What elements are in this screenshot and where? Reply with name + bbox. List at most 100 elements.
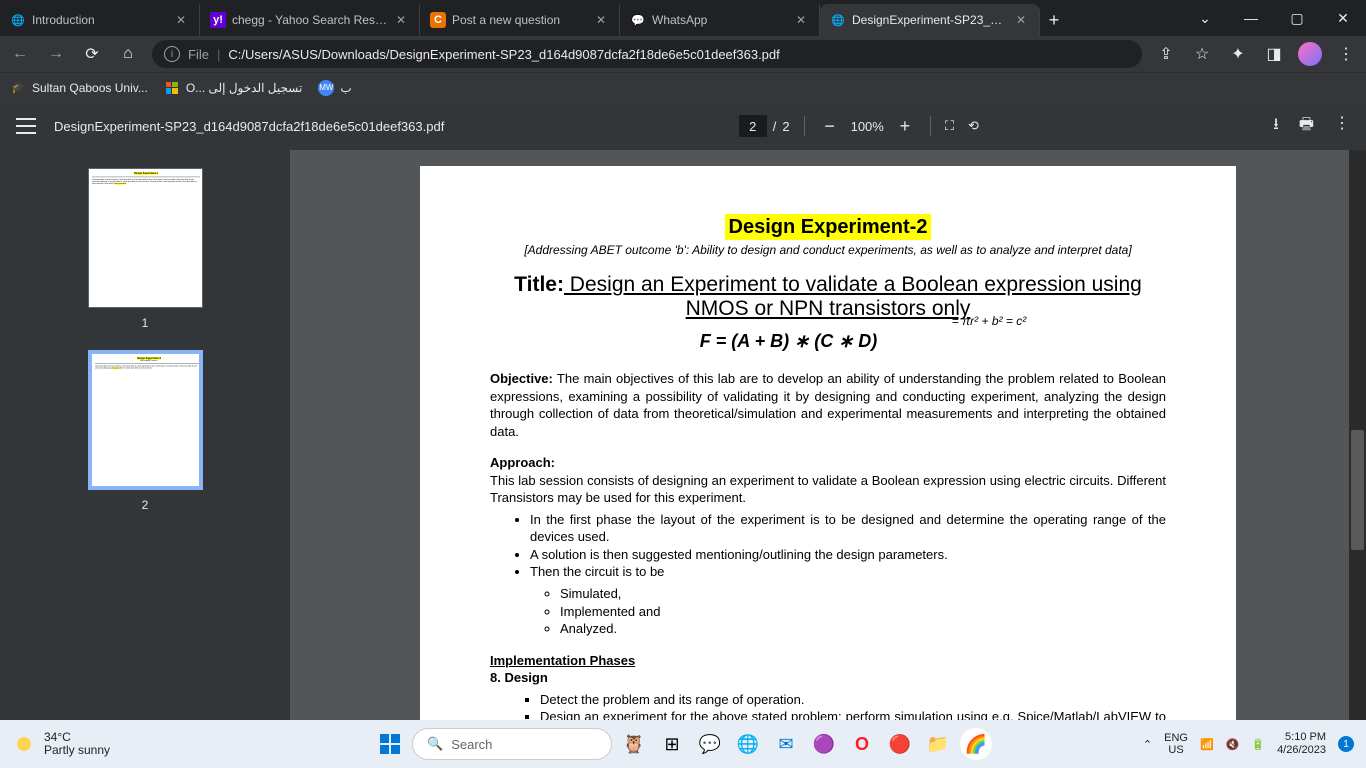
page-separator: / [773, 119, 777, 134]
formula-main: F = (A + B) ∗ (C ∗ D) [700, 331, 878, 351]
close-icon[interactable]: ✕ [393, 12, 409, 28]
close-icon[interactable]: ✕ [173, 12, 189, 28]
bookmark-label: O... تسجيل الدخول إلى [186, 81, 302, 95]
start-button[interactable] [374, 728, 406, 760]
scrollbar-thumb[interactable] [1351, 430, 1364, 550]
chrome-icon[interactable]: 🔴 [884, 728, 916, 760]
app-icon[interactable]: 🟣 [808, 728, 840, 760]
download-button[interactable]: ⭳ [1273, 113, 1279, 140]
tab-strip: 🌐 Introduction ✕ y! chegg - Yahoo Search… [0, 0, 1182, 36]
close-icon[interactable]: ✕ [1013, 12, 1029, 28]
tab-title: Post a new question [452, 13, 587, 27]
minimize-button[interactable]: ― [1228, 0, 1274, 36]
close-icon[interactable]: ✕ [793, 12, 809, 28]
browser-titlebar: 🌐 Introduction ✕ y! chegg - Yahoo Search… [0, 0, 1366, 36]
objective-text: The main objectives of this lab are to d… [490, 371, 1166, 439]
weather-widget[interactable]: 34°C Partly sunny [12, 731, 110, 757]
tab-introduction[interactable]: 🌐 Introduction ✕ [0, 4, 200, 36]
abet-subtitle: [Addressing ABET outcome 'b': Ability to… [490, 243, 1166, 257]
file-chip: File [188, 47, 209, 62]
task-view-icon[interactable]: ⊞ [656, 728, 688, 760]
clock[interactable]: 5:10 PM 4/26/2023 [1277, 731, 1326, 757]
approach-sub: Analyzed. [560, 620, 1166, 638]
page-total: 2 [782, 119, 789, 134]
zoom-level: 100% [851, 119, 884, 134]
teams-icon[interactable]: 💬 [694, 728, 726, 760]
objective-label: Objective: [490, 371, 553, 386]
globe-icon: 🌐 [10, 12, 26, 28]
close-icon[interactable]: ✕ [593, 12, 609, 28]
page-area[interactable]: Design Experiment-2 [Addressing ABET out… [290, 150, 1366, 720]
zoom-out-button[interactable]: − [819, 115, 841, 137]
thumbnail-page-2[interactable]: Design Experiment-2 Addressing ABET outc… [88, 350, 203, 490]
taskbar-search[interactable]: 🔍 Search [412, 728, 612, 760]
tab-chegg[interactable]: y! chegg - Yahoo Search Result ✕ [200, 4, 420, 36]
wifi-icon[interactable]: 📶 [1200, 738, 1214, 751]
bookmark-star-icon[interactable]: ☆ [1190, 42, 1214, 66]
menu-icon[interactable] [16, 118, 36, 134]
objective-section: Objective: The main objectives of this l… [490, 370, 1166, 440]
formula-side: = πr² + b² = c² [952, 314, 1026, 328]
fit-page-icon[interactable]: ⛶ [945, 118, 954, 134]
pdf-actions: ⭳ 🖶 ⋮ [1273, 113, 1350, 140]
pdf-page-controls: / 2 − 100% + ⛶ ⟲ [739, 115, 979, 137]
info-icon[interactable]: i [164, 46, 180, 62]
tab-post-question[interactable]: C Post a new question ✕ [420, 4, 620, 36]
explorer-icon[interactable]: 📁 [922, 728, 954, 760]
pdf-filename: DesignExperiment-SP23_d164d9087dcfa2f18d… [54, 119, 444, 134]
tray-expand-icon[interactable]: ⌃ [1143, 738, 1152, 751]
edge-icon[interactable]: 🌐 [732, 728, 764, 760]
side-panel-icon[interactable]: ◨ [1262, 42, 1286, 66]
owl-icon[interactable]: 🦉 [618, 728, 650, 760]
date: 4/26/2023 [1277, 744, 1326, 757]
rotate-icon[interactable]: ⟲ [968, 118, 979, 134]
volume-icon[interactable]: 🔇 [1226, 738, 1240, 751]
scrollbar[interactable] [1349, 150, 1366, 720]
thumbnail-page-1[interactable]: Design Experiment-1 Lorem ipsum dolor si… [88, 168, 203, 308]
chrome-active-icon[interactable]: 🌈 [960, 728, 992, 760]
battery-icon[interactable]: 🔋 [1251, 738, 1265, 751]
globe-icon: 🌐 [830, 12, 846, 28]
share-icon[interactable]: ⇪ [1154, 42, 1178, 66]
print-button[interactable]: 🖶 [1299, 113, 1314, 140]
tab-design-experiment[interactable]: 🌐 DesignExperiment-SP23_d16 ✕ [820, 4, 1040, 36]
menu-icon[interactable]: ⋮ [1334, 42, 1358, 66]
tab-title: DesignExperiment-SP23_d16 [852, 13, 1007, 27]
approach-sub: Implemented and [560, 603, 1166, 621]
sun-icon [12, 732, 36, 756]
language-1[interactable]: ENG [1164, 732, 1188, 744]
bookmark-b[interactable]: MW ب [318, 80, 351, 96]
chevron-down-icon[interactable]: ⌄ [1182, 0, 1228, 36]
mail-icon[interactable]: ✉ [770, 728, 802, 760]
bookmark-microsoft-login[interactable]: O... تسجيل الدخول إلى [164, 80, 302, 96]
bookmark-icon: 🎓 [10, 80, 26, 96]
impl-bullet: Detect the problem and its range of oper… [540, 691, 1166, 709]
search-placeholder: Search [451, 737, 492, 752]
approach-sub: Simulated, [560, 585, 1166, 603]
tab-whatsapp[interactable]: 💬 WhatsApp ✕ [620, 4, 820, 36]
approach-bullet: In the first phase the layout of the exp… [530, 511, 1166, 546]
thumbnail-panel[interactable]: Design Experiment-1 Lorem ipsum dolor si… [0, 150, 290, 720]
home-button[interactable]: ⌂ [116, 42, 140, 66]
reload-button[interactable]: ⟳ [80, 42, 104, 66]
notification-badge[interactable]: 1 [1338, 736, 1354, 752]
approach-bullet: Then the circuit is to be Simulated, Imp… [530, 563, 1166, 637]
doc-heading: Design Experiment-2 [725, 214, 932, 240]
address-bar[interactable]: i File | C:/Users/ASUS/Downloads/DesignE… [152, 40, 1142, 68]
more-button[interactable]: ⋮ [1334, 113, 1350, 140]
bookmark-icon: MW [318, 80, 334, 96]
zoom-in-button[interactable]: + [894, 115, 916, 137]
back-button[interactable]: ← [8, 42, 32, 66]
forward-button[interactable]: → [44, 42, 68, 66]
maximize-button[interactable]: ▢ [1274, 0, 1320, 36]
extensions-icon[interactable]: ✦ [1226, 42, 1250, 66]
bookmark-sultan-qaboos[interactable]: 🎓 Sultan Qaboos Univ... [10, 80, 148, 96]
opera-icon[interactable]: O [846, 728, 878, 760]
new-tab-button[interactable]: + [1040, 4, 1068, 36]
close-window-button[interactable]: ✕ [1320, 0, 1366, 36]
language-2: US [1164, 744, 1188, 756]
tab-title: chegg - Yahoo Search Result [232, 13, 387, 27]
profile-avatar[interactable] [1298, 42, 1322, 66]
title-label: Title: [514, 273, 564, 296]
page-input[interactable] [739, 115, 767, 137]
